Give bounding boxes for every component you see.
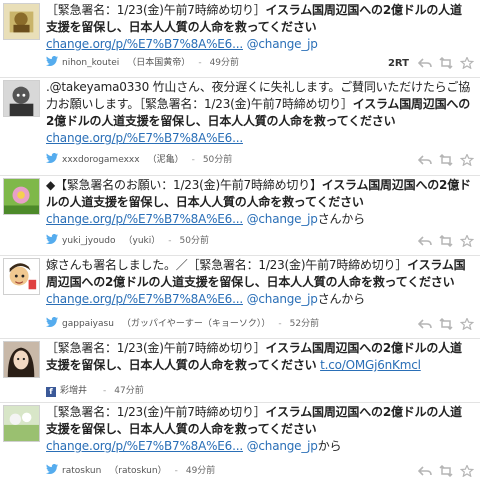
tweet-handle[interactable]: ratoskun [62,466,101,476]
tweet-meta: gappaiyasu （ガッパイやーすー（キョーソク）） -52分前 [46,317,474,331]
tweet-mention-suffix: さんから [317,292,365,306]
tweet-mention-suffix: さんから [317,212,365,226]
tweet-item: ［緊急署名：1/23(金)午前7時締め切り］イスラム国周辺国への2億ドルの人道支… [0,402,480,485]
tweet-author-name: （ガッパイやーすー（キョーソク）） [121,319,271,329]
avatar[interactable] [3,3,40,40]
tweet-item: ［緊急署名：1/23(金)午前7時締め切り］イスラム国周辺国への2億ドルの人道支… [0,0,480,78]
facebook-icon: f [46,387,56,397]
tweet-actions [418,317,474,331]
tweet-item: .@takeyama0330 竹山さん、夜分遅くに失礼します。ご賛同いただけたら… [0,77,480,176]
tweet-item: 嫁さんも署名しました。／［緊急署名：1/23(金)午前7時締め切り］イスラム国周… [0,255,480,339]
retweet-icon[interactable] [439,318,453,330]
retweet-count: 2RT [387,57,409,69]
tweet-meta: xxxdorogamexxx （泥亀） -50分前 [46,153,474,167]
star-icon[interactable] [460,318,474,330]
tweet-time[interactable]: 52分前 [290,319,319,329]
star-icon[interactable] [460,465,474,477]
tweet-actions [418,153,474,167]
tweet-link[interactable]: change.org/p/%E7%B7%8A%E6... [46,131,243,145]
reply-icon[interactable] [418,235,432,247]
avatar[interactable] [3,258,40,295]
twitter-bird-icon [46,56,58,66]
tweet-actions [418,234,474,248]
reply-icon[interactable] [418,57,432,69]
tweet-time[interactable]: 49分前 [210,58,239,68]
retweet-icon[interactable] [439,465,453,477]
tweet-mention[interactable]: @change_jp [247,292,318,306]
tweet-handle[interactable]: nihon_koutei [62,58,119,68]
tweet-author-name: （yuki） [123,236,161,246]
tweet-text-pre: ◆【緊急署名のお願い：1/23(金)午前7時締め切り】 [46,178,322,192]
tweet-link[interactable]: change.org/p/%E7%B7%8A%E6... [46,212,243,226]
tweet-author-name: （泥亀） [147,155,184,165]
retweet-icon[interactable] [439,57,453,69]
tweet-handle[interactable]: yuki_jyoudo [62,236,116,246]
star-icon[interactable] [460,57,474,69]
tweet-handle[interactable]: 彩増井 [60,386,87,396]
tweet-text-pre: 嫁さんも署名しました。／［緊急署名：1/23(金)午前7時締め切り］ [46,258,408,272]
tweet-handle[interactable]: xxxdorogamexxx [62,155,140,165]
tweet-text-pre: ［緊急署名：1/23(金)午前7時締め切り］ [46,3,266,17]
tweet-link[interactable]: change.org/p/%E7%B7%8A%E6... [46,37,243,51]
tweet-item: ［緊急署名：1/23(金)午前7時締め切り］イスラム国周辺国への2億ドルの人道支… [0,338,480,403]
tweet-text: 嫁さんも署名しました。／［緊急署名：1/23(金)午前7時締め切り］イスラム国周… [46,257,472,308]
tweet-link[interactable]: t.co/OMGj6nKmcl [320,358,421,372]
tweet-author-name: （日本国黄帝） [127,58,191,68]
tweet-time[interactable]: 50分前 [180,236,209,246]
tweet-text-pre: ［緊急署名：1/23(金)午前7時締め切り］ [46,405,266,419]
tweet-author-name: （ratoskun） [109,466,167,476]
tweet-link[interactable]: change.org/p/%E7%B7%8A%E6... [46,439,243,453]
avatar[interactable] [3,405,40,442]
tweet-meta: f 彩増井 -47分前 [46,384,474,398]
avatar[interactable] [3,178,40,215]
reply-icon[interactable] [418,318,432,330]
reply-icon[interactable] [418,154,432,166]
retweet-icon[interactable] [439,154,453,166]
retweet-icon[interactable] [439,235,453,247]
avatar[interactable] [3,80,40,117]
tweet-mention[interactable]: @change_jp [247,37,318,51]
tweet-item: ◆【緊急署名のお願い：1/23(金)午前7時締め切り】イスラム国周辺国への2億ド… [0,175,480,256]
star-icon[interactable] [460,235,474,247]
reply-icon[interactable] [418,465,432,477]
tweet-time[interactable]: 47分前 [114,386,143,396]
tweet-meta: ratoskun （ratoskun） -49分前 [46,464,474,478]
tweet-time[interactable]: 49分前 [186,466,215,476]
twitter-bird-icon [46,317,58,327]
tweet-actions: 2RT [388,56,474,70]
avatar[interactable] [3,341,40,378]
tweet-text: .@takeyama0330 竹山さん、夜分遅くに失礼します。ご賛同いただけたら… [46,79,472,147]
tweet-mention[interactable]: @change_jp [247,439,318,453]
twitter-bird-icon [46,464,58,474]
tweet-link[interactable]: change.org/p/%E7%B7%8A%E6... [46,292,243,306]
tweet-mention[interactable]: @change_jp [247,212,318,226]
twitter-bird-icon [46,153,58,163]
tweet-text-pre: ［緊急署名：1/23(金)午前7時締め切り］ [46,341,266,355]
tweet-actions [418,464,474,478]
twitter-bird-icon [46,234,58,244]
tweet-feed: ［緊急署名：1/23(金)午前7時締め切り］イスラム国周辺国への2億ドルの人道支… [0,0,480,485]
star-icon[interactable] [460,154,474,166]
tweet-meta: yuki_jyoudo （yuki） -50分前 [46,234,474,248]
tweet-text: ［緊急署名：1/23(金)午前7時締め切り］イスラム国周辺国への2億ドルの人道支… [46,2,472,53]
tweet-text: ◆【緊急署名のお願い：1/23(金)午前7時締め切り】イスラム国周辺国への2億ド… [46,177,472,228]
tweet-handle[interactable]: gappaiyasu [62,319,114,329]
tweet-time[interactable]: 50分前 [203,155,232,165]
tweet-text: ［緊急署名：1/23(金)午前7時締め切り］イスラム国周辺国への2億ドルの人道支… [46,404,472,455]
tweet-mention-suffix: から [317,439,342,453]
tweet-text: ［緊急署名：1/23(金)午前7時締め切り］イスラム国周辺国への2億ドルの人道支… [46,340,472,374]
